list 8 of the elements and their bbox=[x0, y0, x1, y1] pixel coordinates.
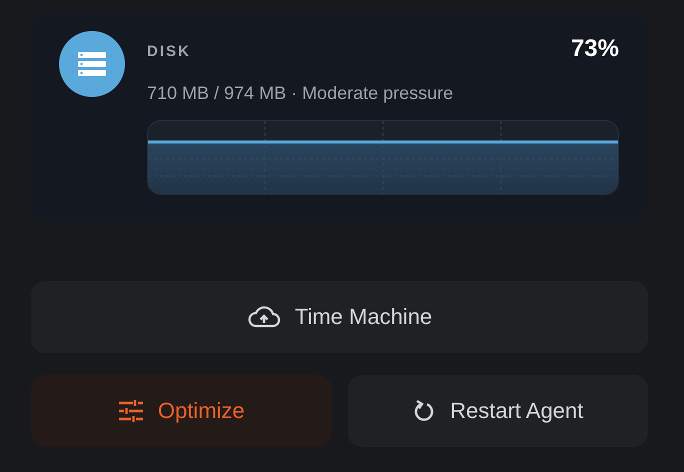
time-machine-button[interactable]: Time Machine bbox=[31, 281, 648, 353]
usage-text: 710 MB / 974 MB · Moderate pressure bbox=[147, 83, 454, 104]
disk-label: DISK bbox=[147, 42, 191, 60]
restart-agent-button[interactable]: Restart Agent bbox=[348, 375, 648, 447]
usage-percent: 73% bbox=[570, 35, 619, 63]
sliders-icon bbox=[118, 399, 144, 423]
optimize-button[interactable]: Optimize bbox=[31, 375, 332, 447]
cloud-upload-icon bbox=[246, 305, 281, 329]
